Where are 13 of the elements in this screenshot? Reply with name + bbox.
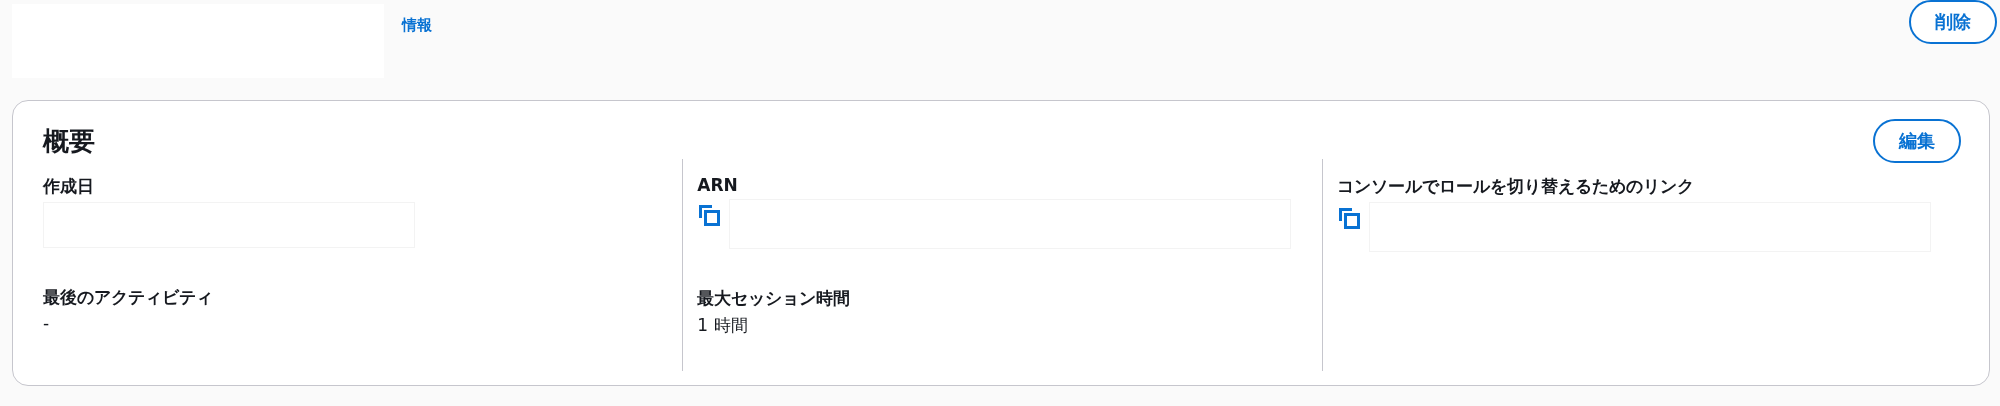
field-label: ARN — [697, 175, 739, 195]
copy-icon[interactable] — [1336, 206, 1361, 230]
field-label: コンソールでロールを切り替えるためのリンク — [1336, 175, 1695, 198]
delete-button[interactable]: 削除 — [1909, 0, 1997, 44]
section-title: 概要 — [43, 124, 95, 158]
field-label: 作成日 — [43, 175, 95, 198]
copy-icon[interactable] — [697, 203, 722, 227]
edit-button[interactable]: 編集 — [1873, 119, 1961, 163]
field-value: 1 時間 — [697, 314, 749, 337]
field-label: 最大セッション時間 — [697, 287, 852, 310]
field-value: - — [43, 313, 51, 333]
field-label: 最後のアクティビティ — [43, 286, 214, 309]
info-link[interactable]: 情報 — [402, 16, 432, 35]
